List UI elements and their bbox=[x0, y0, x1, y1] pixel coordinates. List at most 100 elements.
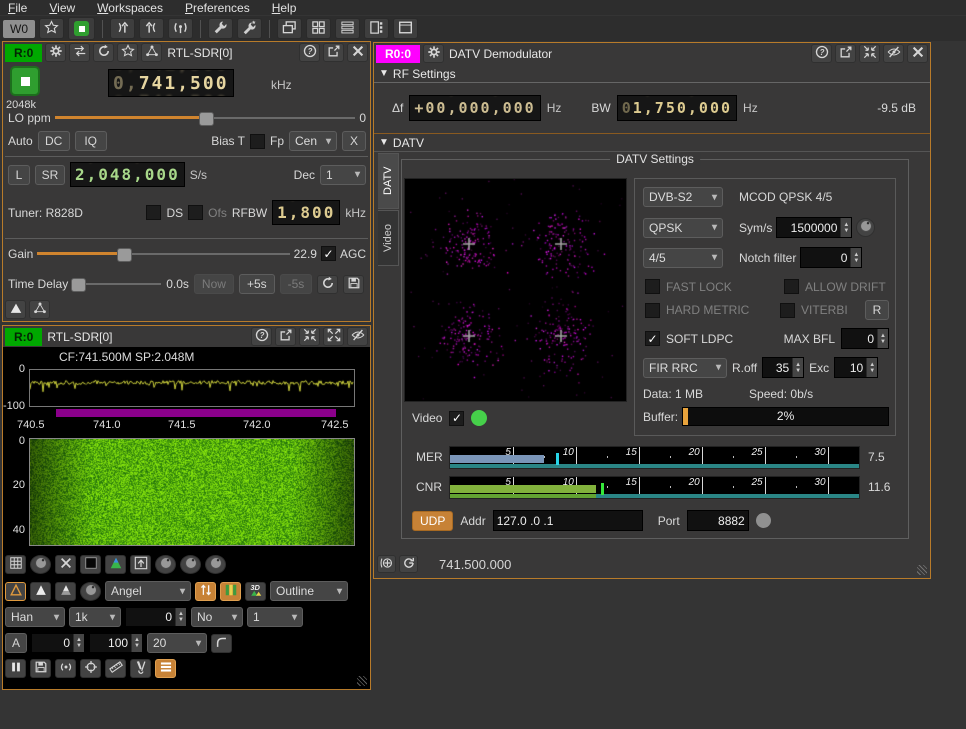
port-field[interactable]: 8882 bbox=[687, 510, 749, 531]
wsspectrum-button[interactable] bbox=[55, 659, 76, 678]
fft-size-dropdown[interactable]: 1k▾ bbox=[69, 607, 121, 627]
allow-drift-checkbox[interactable] bbox=[784, 279, 799, 294]
current-trace-button[interactable] bbox=[30, 582, 51, 601]
fcpos-dropdown[interactable]: Cen▾ bbox=[289, 131, 337, 151]
rolloff-spinner[interactable]: 35▲▼ bbox=[762, 357, 804, 378]
save-spectrum-button[interactable] bbox=[30, 659, 51, 678]
spectrum-toggle-button[interactable] bbox=[5, 300, 26, 319]
markers-button[interactable] bbox=[105, 659, 126, 678]
channel-settings-button[interactable] bbox=[423, 44, 444, 63]
menu-view[interactable]: View bbox=[49, 1, 75, 14]
brightness-knob[interactable] bbox=[30, 555, 51, 574]
hard-metric-checkbox[interactable] bbox=[645, 303, 660, 318]
waterfall-direction-button[interactable] bbox=[130, 555, 151, 574]
modulation-dropdown[interactable]: QPSK▾ bbox=[643, 218, 723, 238]
time-delay-slider[interactable] bbox=[73, 277, 161, 291]
cascade-windows-button[interactable] bbox=[277, 18, 302, 39]
measure-button[interactable] bbox=[130, 659, 151, 678]
device-settings-button[interactable] bbox=[45, 43, 66, 62]
auto-ref-button[interactable]: A bbox=[5, 633, 27, 653]
ref-level-spinner[interactable]: 0▲▼ bbox=[31, 633, 85, 653]
sampling-devices-change-button[interactable] bbox=[237, 18, 262, 39]
measurements-menu-button[interactable] bbox=[155, 659, 176, 678]
demod-panel-header[interactable]: R0:0 DATV Demodulator ? bbox=[374, 43, 930, 64]
rf-settings-section[interactable]: ▼ RF Settings bbox=[374, 65, 930, 83]
bias-t-checkbox[interactable] bbox=[250, 134, 265, 149]
normalize-windows-button[interactable] bbox=[393, 18, 418, 39]
standard-dropdown[interactable]: DVB-S2▾ bbox=[643, 187, 723, 207]
log-lin-button[interactable] bbox=[211, 634, 232, 653]
resize-grip[interactable] bbox=[917, 565, 927, 575]
tab-datv[interactable]: DATV bbox=[378, 153, 399, 209]
lock-button[interactable]: L bbox=[8, 165, 30, 185]
record-save-button[interactable] bbox=[343, 275, 364, 294]
channel-close-button[interactable] bbox=[907, 44, 928, 63]
contrast-knob[interactable] bbox=[155, 555, 176, 574]
channels-toggle-button[interactable] bbox=[29, 300, 50, 319]
symrate-knob[interactable] bbox=[856, 218, 875, 237]
3d-spectrogram-button[interactable]: 3D bbox=[245, 582, 266, 601]
channel-undock-button[interactable] bbox=[835, 44, 856, 63]
gradient-button[interactable] bbox=[105, 555, 126, 574]
waterfall[interactable] bbox=[29, 438, 355, 546]
deviceset-button[interactable] bbox=[141, 43, 162, 62]
iq-correction-button[interactable]: IQ bbox=[75, 131, 107, 151]
dc-correction-button[interactable]: DC bbox=[38, 131, 70, 151]
background-color-button[interactable] bbox=[80, 555, 101, 574]
device-start-stop-button[interactable] bbox=[10, 66, 40, 96]
stacking-dropdown[interactable]: 1▾ bbox=[247, 607, 303, 627]
lo-ppm-slider[interactable] bbox=[55, 111, 356, 125]
gain-slider[interactable] bbox=[37, 247, 289, 261]
device-change-button[interactable] bbox=[69, 43, 90, 62]
grid-toggle-button[interactable] bbox=[5, 555, 26, 574]
spectrum-hide-button[interactable] bbox=[347, 327, 368, 346]
averaging-dropdown[interactable]: Han▾ bbox=[5, 607, 65, 627]
spectrum-undock-button[interactable] bbox=[275, 327, 296, 346]
gamma-knob[interactable] bbox=[180, 555, 201, 574]
menu-workspaces[interactable]: Workspaces bbox=[97, 1, 163, 14]
tab-video[interactable]: Video bbox=[378, 210, 399, 266]
now-button[interactable]: Now bbox=[194, 274, 234, 294]
channel-marker-band[interactable] bbox=[56, 409, 336, 417]
spectrum-help-button[interactable]: ? bbox=[251, 327, 272, 346]
channel-hide-button[interactable] bbox=[883, 44, 904, 63]
exc-spinner[interactable]: 10▲▼ bbox=[834, 357, 878, 378]
channel-shrink-button[interactable] bbox=[859, 44, 880, 63]
menu-file[interactable]: File bbox=[8, 1, 27, 14]
rfbw-dial[interactable]: 1,800 bbox=[272, 200, 340, 225]
device-reload-button[interactable] bbox=[93, 43, 114, 62]
refresh-rate-dropdown[interactable]: 20▾ bbox=[147, 633, 207, 653]
stack-windows-button[interactable] bbox=[335, 18, 360, 39]
delta-f-dial[interactable]: +00,000,000 bbox=[409, 95, 540, 121]
offset-spinner[interactable]: 0▲▼ bbox=[125, 607, 187, 627]
add-rx-device-button[interactable] bbox=[110, 18, 135, 39]
fft-window-dropdown[interactable]: Angel▾ bbox=[105, 581, 191, 601]
samplerate-dial[interactable]: 2,048,000 bbox=[70, 162, 185, 187]
ds-checkbox[interactable] bbox=[146, 205, 161, 220]
notch-spinner[interactable]: 0▲▼ bbox=[800, 247, 862, 268]
spectrum-panel-header[interactable]: R:0 RTL-SDR[0] ? bbox=[3, 326, 370, 347]
minus5s-button[interactable]: -5s bbox=[280, 274, 313, 294]
range-spinner[interactable]: 100▲▼ bbox=[89, 633, 143, 653]
viterbi-checkbox[interactable] bbox=[780, 303, 795, 318]
histogram-button[interactable] bbox=[220, 582, 241, 601]
tabify-windows-button[interactable] bbox=[364, 18, 389, 39]
fec-dropdown[interactable]: 4/5▾ bbox=[643, 248, 723, 268]
max-hold-button[interactable] bbox=[5, 582, 26, 601]
center-frequency-button[interactable] bbox=[377, 555, 396, 573]
freeze-button[interactable] bbox=[5, 659, 26, 678]
device-close-button[interactable] bbox=[347, 43, 368, 62]
channel-help-button[interactable]: ? bbox=[811, 44, 832, 63]
datv-section[interactable]: ▼ DATV bbox=[374, 133, 930, 152]
bw-dial[interactable]: 01,750,000 bbox=[617, 95, 737, 121]
spectrum-plot[interactable] bbox=[29, 369, 355, 407]
spectrum-maximize-button[interactable] bbox=[323, 327, 344, 346]
sr-toggle-button[interactable]: SR bbox=[35, 165, 65, 185]
ofs-checkbox[interactable] bbox=[188, 205, 203, 220]
feature-presets-button[interactable] bbox=[39, 18, 64, 39]
transverter-button[interactable]: X bbox=[342, 131, 366, 151]
device-star-button[interactable] bbox=[117, 43, 138, 62]
device-help-button[interactable]: ? bbox=[299, 43, 320, 62]
agc-checkbox[interactable]: ✓ bbox=[321, 246, 336, 261]
resync-button[interactable]: R bbox=[865, 300, 889, 320]
